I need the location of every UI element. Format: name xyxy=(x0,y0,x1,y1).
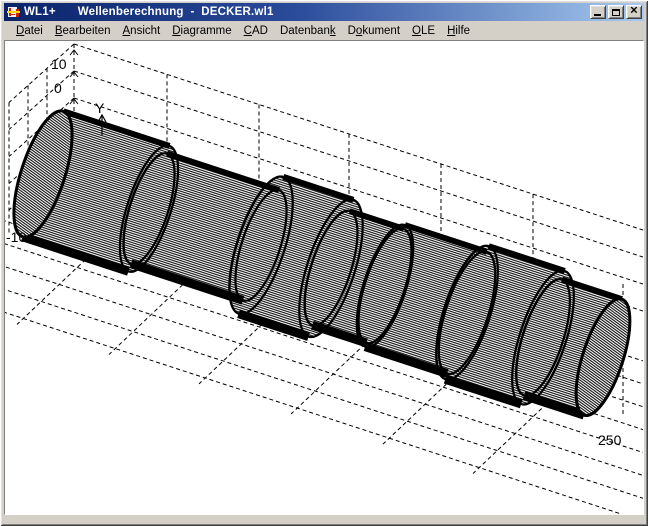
minimize-icon xyxy=(594,14,601,16)
menu-item-datei[interactable]: Datei xyxy=(10,23,49,39)
app-icon[interactable] xyxy=(7,5,21,19)
window-title: WL1+ Wellenberechnung - DECKER.wl1 xyxy=(24,6,590,18)
drawing-viewport[interactable]: 10 0 -10 250 Y xyxy=(4,40,644,515)
menu-item-cad[interactable]: CAD xyxy=(238,23,274,39)
app-window: WL1+ Wellenberechnung - DECKER.wl1 ✕ Date… xyxy=(0,0,648,526)
menu-bar: DateiBearbeitenAnsichtDiagrammeCADDatenb… xyxy=(4,21,644,40)
menu-item-ansicht[interactable]: Ansicht xyxy=(117,23,167,39)
document-title: Wellenberechnung - DECKER.wl1 xyxy=(78,6,274,18)
menu-item-hilfe[interactable]: Hilfe xyxy=(441,23,476,39)
tick-label-neg10: -10 xyxy=(6,229,26,245)
maximize-button[interactable] xyxy=(608,5,624,19)
axis-label-y: Y xyxy=(95,100,105,116)
maximize-icon xyxy=(612,9,620,16)
title-bar[interactable]: WL1+ Wellenberechnung - DECKER.wl1 ✕ xyxy=(4,3,644,21)
menu-item-bearbeiten[interactable]: Bearbeiten xyxy=(49,23,117,39)
window-controls: ✕ xyxy=(590,5,642,19)
menu-item-dokument[interactable]: Dokument xyxy=(342,23,406,39)
tick-label-0: 0 xyxy=(54,80,62,96)
shaft-3d-view[interactable]: 10 0 -10 250 Y xyxy=(5,41,643,515)
menu-item-datenbank[interactable]: Datenbank xyxy=(274,23,342,39)
close-button[interactable]: ✕ xyxy=(626,5,642,19)
close-icon: ✕ xyxy=(630,7,638,17)
minimize-button[interactable] xyxy=(590,5,606,19)
menu-item-ole[interactable]: OLE xyxy=(406,23,441,39)
tick-label-10: 10 xyxy=(51,56,67,72)
tick-label-250: 250 xyxy=(598,432,622,448)
menu-item-diagramme[interactable]: Diagramme xyxy=(166,23,237,39)
app-name: WL1+ xyxy=(24,6,56,18)
